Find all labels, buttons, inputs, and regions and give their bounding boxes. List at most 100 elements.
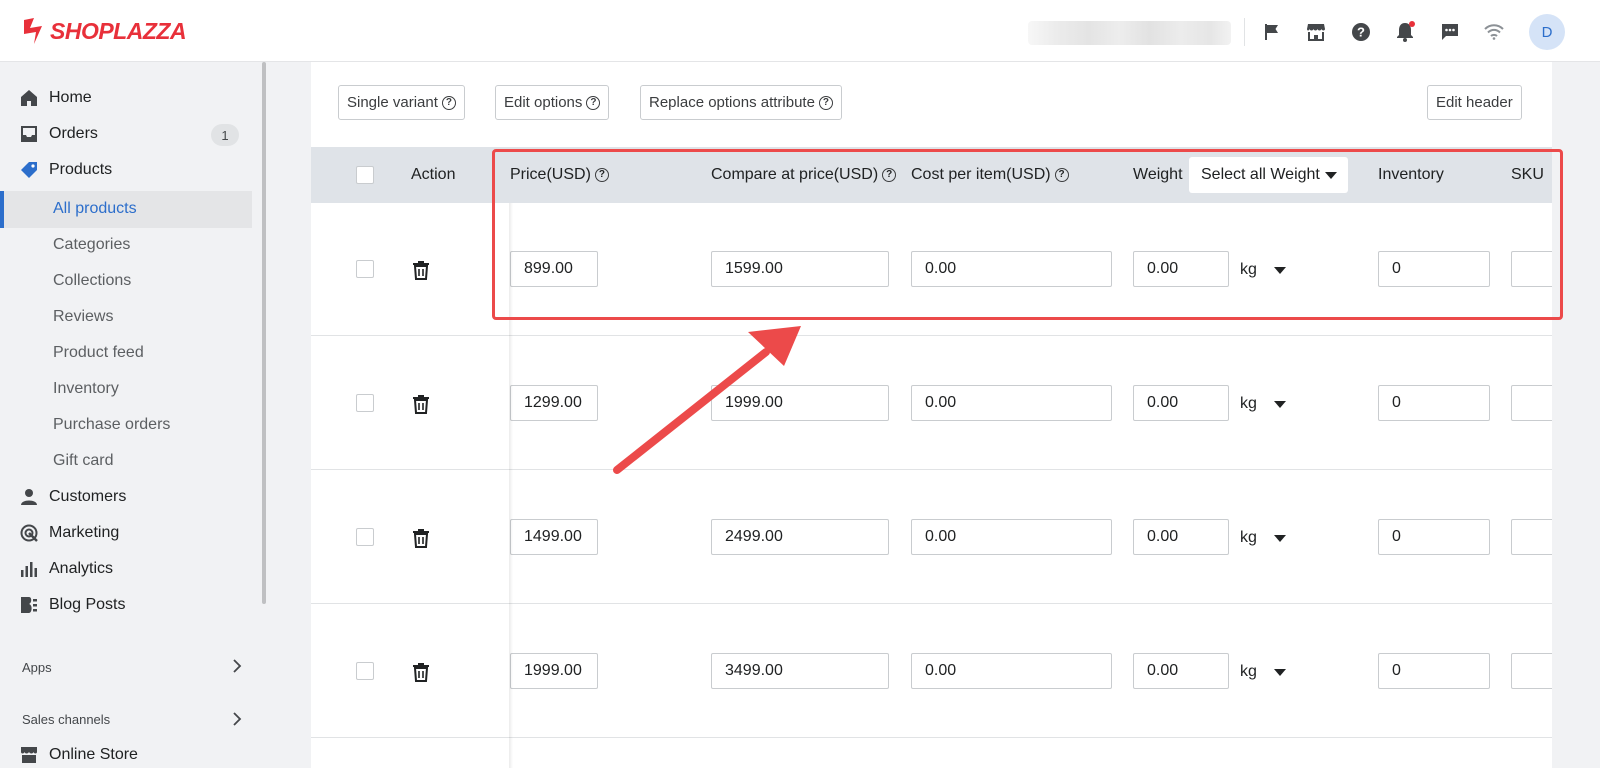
avatar[interactable]: D — [1529, 14, 1565, 50]
sku-input[interactable] — [1511, 519, 1552, 555]
table-row: 1499.00 2499.00 0.00 0.00 kg 0 — [311, 471, 1552, 604]
shoplazza-logo[interactable]: SHOPLAZZA — [20, 16, 187, 46]
apps-section-label[interactable]: Apps — [22, 660, 52, 675]
top-bar: SHOPLAZZA ? D — [0, 0, 1600, 62]
caret-down-icon — [1273, 534, 1286, 542]
trash-icon[interactable] — [412, 662, 430, 682]
table-row: 1299.00 1999.00 0.00 0.00 kg 0 — [311, 337, 1552, 470]
table-row: 1999.00 3499.00 0.00 0.00 kg 0 — [311, 605, 1552, 738]
compare-at-price-input[interactable]: 3499.00 — [711, 653, 889, 689]
inbox-icon — [20, 125, 38, 143]
storefront-icon — [20, 746, 38, 764]
sidebar-subitem-all-products[interactable]: All products — [0, 191, 252, 228]
wifi-icon[interactable] — [1483, 21, 1505, 43]
row-checkbox[interactable] — [356, 662, 374, 680]
sidebar-subitem-gift-card[interactable]: Gift card — [53, 446, 113, 476]
blog-icon — [20, 596, 38, 614]
sidebar-item-label: Products — [49, 161, 113, 178]
sidebar-item-customers[interactable]: Customers — [20, 482, 126, 512]
trash-icon[interactable] — [412, 260, 430, 280]
sidebar-item-label: Analytics — [49, 560, 114, 577]
help-icon[interactable]: ? — [441, 95, 456, 110]
caret-down-icon — [1273, 400, 1286, 408]
sidebar-item-orders[interactable]: Orders — [20, 119, 98, 149]
sidebar-subitem-categories[interactable]: Categories — [53, 230, 130, 260]
brand-name: SHOPLAZZA — [50, 17, 187, 44]
svg-text:?: ? — [1357, 25, 1365, 40]
price-input[interactable]: 1299.00 — [510, 385, 598, 421]
person-icon — [20, 488, 38, 506]
sidebar-item-label: Marketing — [49, 524, 120, 541]
sku-input[interactable] — [1511, 385, 1552, 421]
sidebar-item-marketing[interactable]: Marketing — [20, 518, 119, 548]
sidebar-subitem-purchase-orders[interactable]: Purchase orders — [53, 410, 170, 440]
weight-input[interactable]: 0.00 — [1133, 385, 1229, 421]
help-icon[interactable]: ? — [586, 95, 601, 110]
inventory-input[interactable]: 0 — [1378, 385, 1490, 421]
sidebar-item-home[interactable]: Home — [20, 83, 92, 113]
weight-unit-select[interactable]: kg — [1240, 529, 1286, 547]
select-all-checkbox[interactable] — [356, 166, 374, 184]
notification-dot — [1409, 21, 1415, 27]
row-checkbox[interactable] — [356, 528, 374, 546]
sidebar-item-label: Home — [49, 89, 92, 106]
weight-input[interactable]: 0.00 — [1133, 519, 1229, 555]
sidebar-item-products[interactable]: Products — [20, 155, 112, 185]
divider — [1244, 18, 1245, 46]
help-icon[interactable]: ? — [1350, 21, 1372, 43]
unit-label: kg — [1240, 663, 1257, 680]
single-variant-button[interactable]: Single variant? — [338, 85, 465, 120]
storefront-icon[interactable] — [1305, 21, 1327, 43]
sidebar-subitem-inventory[interactable]: Inventory — [53, 374, 119, 404]
sidebar-subitem-label: All products — [53, 200, 137, 217]
row-checkbox[interactable] — [356, 394, 374, 412]
weight-unit-select[interactable]: kg — [1240, 663, 1286, 681]
target-icon — [20, 524, 38, 542]
unit-label: kg — [1240, 395, 1257, 412]
inventory-input[interactable]: 0 — [1378, 653, 1490, 689]
chat-icon[interactable] — [1439, 21, 1461, 43]
sidebar-item-blog-posts[interactable]: Blog Posts — [20, 590, 125, 620]
trash-icon[interactable] — [412, 394, 430, 414]
trash-icon[interactable] — [412, 528, 430, 548]
button-label: Single variant — [347, 94, 438, 111]
sidebar-item-label: Blog Posts — [49, 596, 126, 613]
cost-per-item-input[interactable]: 0.00 — [911, 519, 1112, 555]
sku-input[interactable] — [1511, 653, 1552, 689]
bell-icon[interactable] — [1394, 21, 1416, 43]
sidebar-item-label: Online Store — [49, 746, 138, 763]
inventory-input[interactable]: 0 — [1378, 519, 1490, 555]
price-input[interactable]: 1499.00 — [510, 519, 598, 555]
row-checkbox[interactable] — [356, 260, 374, 278]
button-label: Replace options attribute — [649, 94, 815, 111]
compare-at-price-input[interactable]: 1999.00 — [711, 385, 889, 421]
sidebar-subitem-collections[interactable]: Collections — [53, 266, 131, 296]
sidebar: Home Orders 1 Products All products Cate… — [0, 62, 262, 768]
flag-icon[interactable] — [1261, 21, 1283, 43]
edit-options-button[interactable]: Edit options? — [495, 85, 610, 120]
home-icon — [20, 89, 38, 107]
replace-options-attribute-button[interactable]: Replace options attribute? — [640, 85, 842, 120]
help-icon[interactable]: ? — [818, 95, 833, 110]
sidebar-item-analytics[interactable]: Analytics — [20, 554, 113, 584]
sales-channels-section-label[interactable]: Sales channels — [22, 712, 110, 727]
weight-unit-select[interactable]: kg — [1240, 395, 1286, 413]
compare-at-price-input[interactable]: 2499.00 — [711, 519, 889, 555]
chevron-right-icon[interactable] — [232, 712, 242, 726]
price-input[interactable]: 1999.00 — [510, 653, 598, 689]
chevron-right-icon[interactable] — [232, 659, 242, 673]
sidebar-subitem-product-feed[interactable]: Product feed — [53, 338, 144, 368]
sidebar-subitem-reviews[interactable]: Reviews — [53, 302, 113, 332]
sidebar-scrollbar[interactable] — [262, 62, 266, 604]
tag-icon — [20, 161, 38, 179]
button-label: Edit options — [504, 94, 583, 111]
edit-header-button[interactable]: Edit header — [1427, 85, 1522, 120]
orders-count-badge: 1 — [211, 124, 239, 146]
store-name-blurred[interactable] — [1028, 21, 1231, 45]
sidebar-item-online-store[interactable]: Online Store — [20, 740, 138, 768]
cost-per-item-input[interactable]: 0.00 — [911, 653, 1112, 689]
bar-chart-icon — [20, 560, 38, 578]
unit-label: kg — [1240, 529, 1257, 546]
weight-input[interactable]: 0.00 — [1133, 653, 1229, 689]
cost-per-item-input[interactable]: 0.00 — [911, 385, 1112, 421]
